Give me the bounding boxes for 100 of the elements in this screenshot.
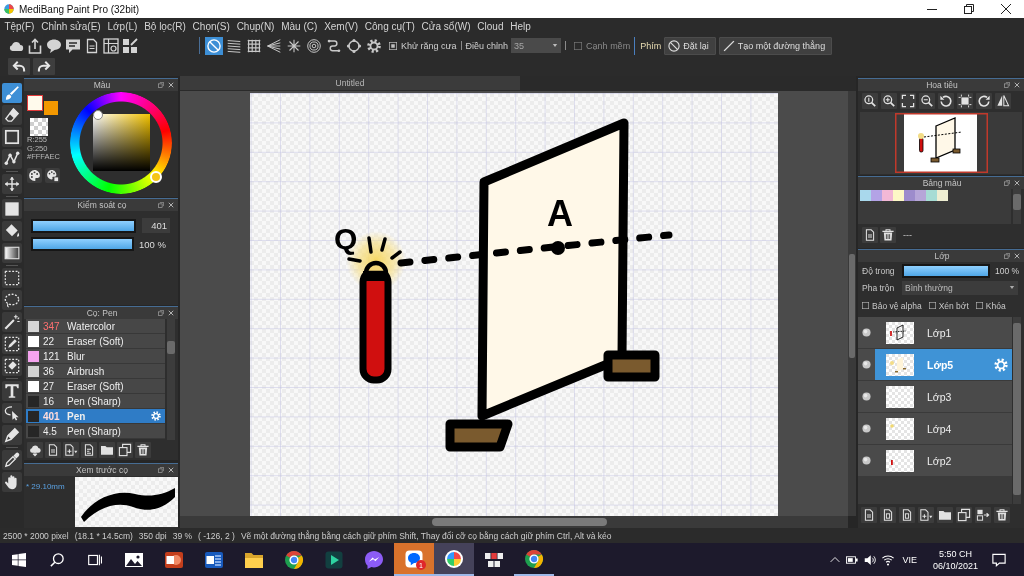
window-stack-icon[interactable] (88, 552, 102, 567)
document-tile-icon[interactable] (204, 549, 224, 570)
scrollbar[interactable] (848, 91, 856, 516)
battery-icon[interactable] (846, 553, 859, 566)
close-icon[interactable] (1000, 4, 1011, 14)
clock-time[interactable]: 5:50 CH (938, 548, 972, 559)
dotted-eraser-icon[interactable] (2, 356, 22, 376)
float-icon[interactable] (1004, 82, 1010, 88)
color-swatch-icon[interactable] (860, 190, 871, 201)
float-icon[interactable] (158, 82, 164, 88)
share-icon[interactable] (27, 37, 43, 54)
square-outline-icon[interactable] (2, 127, 22, 147)
copy-icon[interactable] (117, 442, 133, 458)
brush-row[interactable]: 22 Eraser (Soft) (26, 334, 165, 349)
eyedropper-icon[interactable] (2, 450, 22, 470)
undo-icon[interactable] (8, 57, 30, 75)
lightning-bubble-icon[interactable] (364, 549, 384, 570)
speech-bubble-icon[interactable] (46, 37, 62, 54)
brush-row[interactable]: 27 Eraser (Soft) (26, 379, 165, 394)
visibility-dot-icon[interactable] (862, 456, 871, 465)
volume-icon[interactable] (864, 553, 877, 566)
redo-icon[interactable] (33, 57, 55, 75)
taskbar-button[interactable] (434, 543, 474, 576)
menu-item[interactable]: Màu (C) (277, 21, 321, 32)
checkbox[interactable] (928, 302, 936, 309)
straight-line-button[interactable]: Tạo một đường thẳng (718, 36, 833, 55)
menu-item[interactable]: Chọn(S) (189, 21, 234, 32)
search-icon[interactable] (50, 552, 64, 567)
gradient-icon[interactable] (2, 243, 22, 263)
visibility-dot-icon[interactable] (862, 328, 871, 337)
scrollbar-thumb[interactable] (1013, 194, 1021, 210)
float-icon[interactable] (1004, 253, 1010, 259)
hand-icon[interactable] (2, 472, 22, 492)
brush-row[interactable]: 4.5 Pen (Sharp) (26, 424, 165, 439)
visibility-dot-icon[interactable] (862, 360, 871, 369)
script-page-icon[interactable] (81, 442, 97, 458)
color-square[interactable] (93, 114, 150, 171)
palette-settings-icon[interactable] (45, 167, 60, 183)
color-swatch-icon[interactable] (27, 95, 43, 111)
brush-icon[interactable] (2, 83, 22, 103)
trash-icon[interactable] (135, 442, 151, 458)
play-tile-icon[interactable] (324, 549, 344, 570)
zoom-in-icon[interactable] (881, 93, 897, 109)
fan-lines-icon[interactable] (265, 36, 283, 55)
menu-item[interactable]: Help (506, 21, 535, 32)
add-page-icon[interactable] (918, 507, 934, 523)
layer-row[interactable]: Lớp2 (858, 445, 1012, 477)
move-arrows-icon[interactable] (2, 174, 22, 194)
merge-icon[interactable] (975, 507, 991, 523)
visibility-dot-icon[interactable] (862, 392, 871, 401)
scrollbar[interactable] (180, 516, 848, 528)
text-tool-icon[interactable] (2, 381, 22, 401)
color-circle-icon[interactable] (444, 548, 464, 569)
new-page-icon[interactable] (45, 442, 61, 458)
brush-row[interactable]: 401 Pen (26, 409, 165, 424)
menu-item[interactable]: Chỉnh sửa(E) (37, 21, 105, 32)
brush-row[interactable]: 347 Watercolor (26, 319, 165, 334)
blend-mode-dropdown[interactable]: Bình thường (902, 280, 1018, 295)
notification-icon[interactable] (992, 552, 1006, 567)
menu-item[interactable]: Xem(V) (320, 21, 362, 32)
scrollbar-thumb[interactable] (167, 341, 175, 354)
copy-icon[interactable] (956, 507, 972, 523)
color-swatch-icon[interactable] (915, 190, 926, 201)
settings-icon[interactable] (365, 36, 383, 55)
layer-row[interactable]: Lớp3 (858, 381, 1012, 413)
comment-icon[interactable] (65, 37, 81, 54)
color-swatch-icon[interactable] (44, 101, 58, 115)
palette-icon[interactable] (27, 167, 42, 183)
document-tab[interactable]: Untitled (180, 76, 520, 90)
color-swatch-icon[interactable] (893, 190, 904, 201)
scrollbar-thumb[interactable] (849, 254, 855, 358)
brush-row[interactable]: 121 Blur (26, 349, 165, 364)
brush-row[interactable]: 36 Airbrush (26, 364, 165, 379)
scrollbar[interactable] (1013, 189, 1021, 224)
menu-item[interactable]: Bộ lọc(R) (140, 21, 190, 32)
brush-size-field[interactable]: 401 (142, 218, 170, 233)
wifi-icon[interactable] (882, 553, 895, 566)
menu-item[interactable]: Cloud (473, 21, 507, 32)
restore-icon[interactable] (963, 4, 974, 14)
dotted-circle-icon[interactable] (345, 36, 363, 55)
paint-bucket-icon[interactable] (2, 221, 22, 241)
menu-item[interactable]: Tệp(F) (1, 21, 38, 32)
dotted-lasso-icon[interactable] (2, 290, 22, 310)
fit-screen-icon[interactable] (957, 93, 973, 109)
actual-size-icon[interactable] (862, 93, 878, 109)
menu-item[interactable]: Công cụ(T) (361, 21, 419, 32)
dotted-rectangle-icon[interactable] (2, 268, 22, 288)
checkbox[interactable] (389, 41, 397, 50)
float-icon[interactable] (158, 310, 164, 316)
message-bubble-icon[interactable] (404, 548, 424, 569)
color-swatch-icon[interactable] (926, 190, 937, 201)
float-icon[interactable] (1004, 180, 1010, 186)
layer-row[interactable]: Lớp1 (858, 317, 1012, 349)
color-swatch-icon[interactable] (904, 190, 915, 201)
polyline-icon[interactable] (2, 149, 22, 169)
dotted-pen-icon[interactable] (2, 334, 22, 354)
presentation-tile-icon[interactable] (164, 549, 184, 570)
menu-item[interactable]: Lớp(L) (104, 21, 141, 32)
document-icon[interactable] (84, 37, 100, 54)
checkbox[interactable] (975, 302, 983, 309)
